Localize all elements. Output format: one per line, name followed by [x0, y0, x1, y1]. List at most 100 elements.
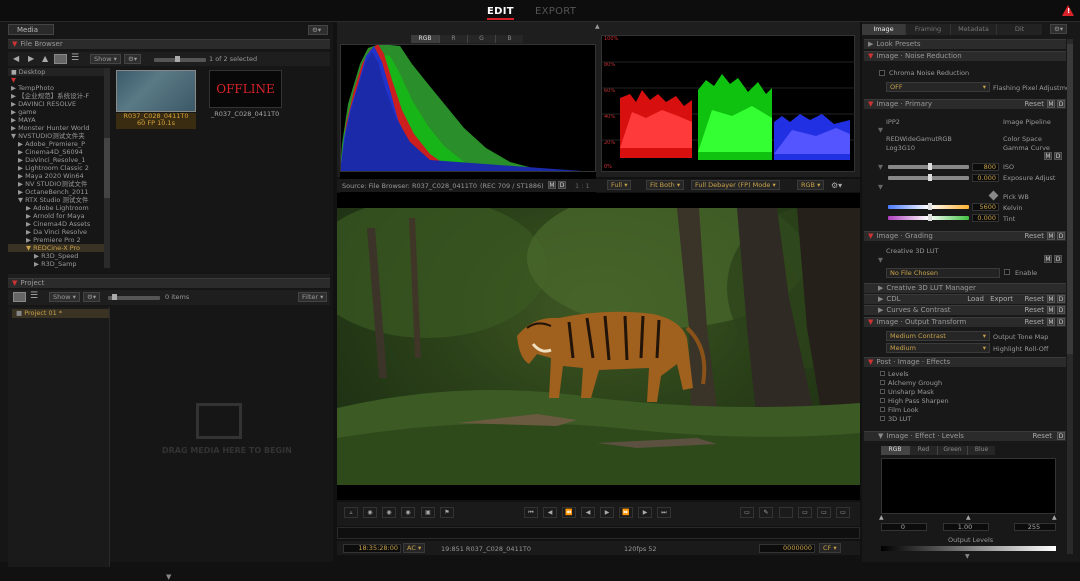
expand-icon[interactable]: ▼: [878, 126, 883, 134]
lut-file-button[interactable]: No File Chosen: [886, 268, 1000, 278]
gamma-handle[interactable]: ▲: [966, 514, 971, 521]
forward-icon[interactable]: ▶: [28, 54, 34, 63]
output-levels-ramp[interactable]: [881, 546, 1056, 551]
tab-metadata[interactable]: Metadata: [950, 24, 996, 35]
levels-tab-rgb[interactable]: RGB: [881, 446, 909, 455]
levels-header[interactable]: ▼ Image · Effect · Levels Reset D: [864, 431, 1066, 441]
curves-header[interactable]: ▶ Curves & Contrast Reset M D: [864, 305, 1066, 315]
histo-tab-g[interactable]: G: [467, 35, 495, 43]
project-item[interactable]: ■ Project 01 *: [12, 309, 109, 318]
d-button[interactable]: D: [558, 181, 566, 189]
d-button[interactable]: D: [1054, 152, 1062, 160]
levels-tab-red[interactable]: Red: [909, 446, 937, 455]
black-point-handle[interactable]: ▲: [879, 514, 884, 521]
effect-highpass[interactable]: High Pass Sharpen: [880, 397, 1000, 406]
white-point-handle[interactable]: ▲: [1052, 514, 1057, 521]
lut-manager-header[interactable]: ▶ Creative 3D LUT Manager: [864, 283, 1066, 293]
tree-item[interactable]: ▶ DAVINCI RESOLVE: [8, 100, 106, 108]
tree-item[interactable]: ▶ TempPhoto: [8, 84, 106, 92]
debayer-dropdown[interactable]: Full Debayer (FP) Mode ▾: [691, 180, 780, 190]
filter-dropdown[interactable]: Filter ▾: [298, 292, 328, 302]
inspector-settings-button[interactable]: ⚙▾: [1050, 24, 1068, 34]
enable-checkbox[interactable]: [1004, 269, 1010, 275]
next-mark-icon[interactable]: ▶: [638, 507, 652, 518]
tree-item[interactable]: ▼ RTX Studio 测试文件: [8, 196, 106, 204]
tree-item[interactable]: ▶ Lightroom Classic 2: [8, 164, 106, 172]
tab-export[interactable]: EXPORT: [535, 6, 576, 17]
white-point-field[interactable]: 255: [1014, 523, 1056, 531]
tree-item[interactable]: ▶ game: [8, 108, 106, 116]
expand-icon[interactable]: ▼: [878, 183, 883, 191]
slider-handle[interactable]: [928, 203, 932, 210]
tree-item[interactable]: ▶ Arnold for Maya: [8, 212, 106, 220]
color-space-value[interactable]: REDWideGamutRGB: [886, 135, 952, 143]
effect-unsharp[interactable]: Unsharp Mask: [880, 388, 1000, 397]
tree-item[interactable]: ▶ Cinema4D Assets: [8, 220, 106, 228]
tree-item[interactable]: ▶ R3D_Speed: [8, 252, 106, 260]
tab-image[interactable]: Image: [862, 24, 905, 35]
cf-dropdown[interactable]: CF ▾: [819, 543, 841, 553]
list-view-icon[interactable]: ☰: [30, 291, 38, 301]
histo-tab-rgb[interactable]: RGB: [411, 35, 439, 43]
tone-map-dropdown[interactable]: Medium Contrast ▾: [886, 331, 990, 341]
viewer-settings-icon[interactable]: ⚙▾: [831, 181, 842, 190]
show-dropdown[interactable]: Show ▾: [90, 54, 121, 64]
m-button[interactable]: M: [548, 181, 556, 189]
tree-item[interactable]: ■ Desktop: [8, 68, 106, 76]
collapse-down-icon[interactable]: ▼: [166, 573, 171, 581]
browser-settings-button[interactable]: ⚙▾: [124, 54, 142, 64]
cdl-header[interactable]: ▶ CDL Load Export Reset M D: [864, 294, 1066, 304]
step-back-icon[interactable]: ◀: [581, 507, 595, 518]
tree-item[interactable]: ▶ Monster Hunter World: [8, 124, 106, 132]
previous-mark-icon[interactable]: ◀: [543, 507, 557, 518]
fit-dropdown[interactable]: Full ▾: [607, 180, 632, 190]
m-button[interactable]: M: [1044, 255, 1052, 263]
file-browser-header[interactable]: ▼ File Browser: [8, 39, 330, 49]
clip-label-selected[interactable]: R037_C028_0411T0 60 FP 10.1s: [116, 113, 196, 129]
collapse-down-icon[interactable]: ▼: [965, 553, 970, 560]
rewind-icon[interactable]: ⏪: [562, 507, 576, 518]
project-settings-button[interactable]: ⚙▾: [83, 292, 101, 302]
tree-item-selected[interactable]: ▼ REDCine-X Pro: [8, 244, 106, 252]
tint-field[interactable]: 0.000: [972, 214, 999, 222]
timeline-scrubber[interactable]: [337, 527, 860, 539]
fast-forward-icon[interactable]: ⏩: [619, 507, 633, 518]
tree-scrollbar[interactable]: [104, 68, 110, 268]
aspect-icon[interactable]: ▭: [817, 507, 831, 518]
fit-both-dropdown[interactable]: Fit Both ▾: [646, 180, 685, 190]
go-start-icon[interactable]: ⏮: [524, 507, 538, 518]
play-icon[interactable]: ▶: [600, 507, 614, 518]
iso-field[interactable]: 800: [972, 163, 999, 171]
effect-alchemy[interactable]: Alchemy Grough: [880, 379, 1000, 388]
highlight-rolloff-dropdown[interactable]: Medium ▾: [886, 343, 990, 353]
tree-item[interactable]: ▶ Adobe_Premiere_P: [8, 140, 106, 148]
ipp2-value[interactable]: IPP2: [886, 118, 900, 126]
primary-header[interactable]: ▼ Image · Primary Reset M D: [864, 99, 1066, 109]
tree-item[interactable]: ▶ Cinema4D_S6094: [8, 148, 106, 156]
frame-guide-icon[interactable]: ▭: [798, 507, 812, 518]
tree-item[interactable]: ▶ DaVinci_Resolve_1: [8, 156, 106, 164]
slider-handle[interactable]: [175, 56, 180, 62]
tree-item[interactable]: ▶ Da Vinci Resolve: [8, 228, 106, 236]
d-button[interactable]: D: [1054, 255, 1062, 263]
histo-tab-r[interactable]: R: [439, 35, 467, 43]
slider-handle[interactable]: [112, 294, 117, 300]
video-frame[interactable]: [337, 208, 860, 485]
levels-tab-blue[interactable]: Blue: [967, 446, 995, 455]
up-icon[interactable]: ▲: [42, 54, 48, 63]
camera-icon[interactable]: ◉: [382, 507, 396, 518]
warning-icon[interactable]: !: [1062, 5, 1074, 16]
compare-icon[interactable]: ▭: [836, 507, 850, 518]
slider-handle[interactable]: [928, 214, 932, 221]
tab-edit[interactable]: EDIT: [487, 6, 514, 20]
monitor-icon[interactable]: ▭: [740, 507, 754, 518]
noise-reduction-header[interactable]: ▼ Image · Noise Reduction: [864, 51, 1066, 61]
kelvin-field[interactable]: 5600: [972, 203, 999, 211]
exposure-field[interactable]: 0.000: [972, 174, 999, 182]
tree-item[interactable]: ▶ NV STUDIO测试文件: [8, 180, 106, 188]
effect-filmlook[interactable]: Film Look: [880, 406, 1000, 415]
black-point-field[interactable]: 0: [881, 523, 927, 531]
eyedropper-icon[interactable]: [988, 190, 999, 201]
tree-item[interactable]: ▼ NVSTUDIO测试文件夹: [8, 132, 106, 140]
tab-dit[interactable]: Dit: [996, 24, 1042, 35]
